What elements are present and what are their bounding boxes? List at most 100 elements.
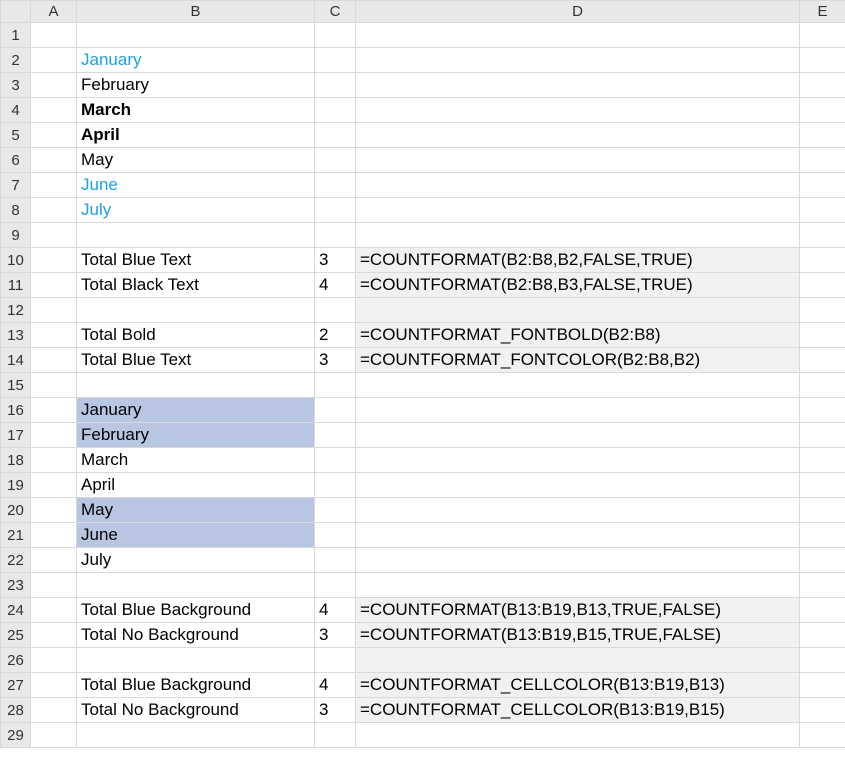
cell-B20[interactable]: May	[77, 498, 315, 523]
row-header-24[interactable]: 24	[1, 598, 31, 623]
cell-E17[interactable]	[800, 423, 845, 448]
row-header-11[interactable]: 11	[1, 273, 31, 298]
cell-E19[interactable]	[800, 473, 845, 498]
cell-E16[interactable]	[800, 398, 845, 423]
cell-C17[interactable]	[315, 423, 356, 448]
cell-A11[interactable]	[31, 273, 77, 298]
cell-E1[interactable]	[800, 23, 845, 48]
cell-E23[interactable]	[800, 573, 845, 598]
cell-C1[interactable]	[315, 23, 356, 48]
row-header-19[interactable]: 19	[1, 473, 31, 498]
cell-A24[interactable]	[31, 598, 77, 623]
cell-C25[interactable]: 3	[315, 623, 356, 648]
cell-D29[interactable]	[356, 723, 800, 748]
cell-B26[interactable]	[77, 648, 315, 673]
cell-C22[interactable]	[315, 548, 356, 573]
cell-B9[interactable]	[77, 223, 315, 248]
cell-D14[interactable]: =COUNTFORMAT_FONTCOLOR(B2:B8,B2)	[356, 348, 800, 373]
cell-A3[interactable]	[31, 73, 77, 98]
cell-B17[interactable]: February	[77, 423, 315, 448]
row-header-10[interactable]: 10	[1, 248, 31, 273]
cell-C23[interactable]	[315, 573, 356, 598]
row-header-18[interactable]: 18	[1, 448, 31, 473]
cell-C8[interactable]	[315, 198, 356, 223]
cell-C28[interactable]: 3	[315, 698, 356, 723]
cell-E6[interactable]	[800, 148, 845, 173]
cell-C15[interactable]	[315, 373, 356, 398]
cell-E14[interactable]	[800, 348, 845, 373]
cell-D2[interactable]	[356, 48, 800, 73]
cell-C20[interactable]	[315, 498, 356, 523]
row-header-8[interactable]: 8	[1, 198, 31, 223]
cell-B28[interactable]: Total No Background	[77, 698, 315, 723]
row-header-20[interactable]: 20	[1, 498, 31, 523]
cell-E20[interactable]	[800, 498, 845, 523]
row-header-5[interactable]: 5	[1, 123, 31, 148]
row-header-1[interactable]: 1	[1, 23, 31, 48]
cell-A1[interactable]	[31, 23, 77, 48]
row-header-28[interactable]: 28	[1, 698, 31, 723]
cell-A17[interactable]	[31, 423, 77, 448]
row-header-15[interactable]: 15	[1, 373, 31, 398]
cell-A13[interactable]	[31, 323, 77, 348]
cell-A20[interactable]	[31, 498, 77, 523]
cell-C21[interactable]	[315, 523, 356, 548]
cell-A23[interactable]	[31, 573, 77, 598]
cell-B3[interactable]: February	[77, 73, 315, 98]
cell-C26[interactable]	[315, 648, 356, 673]
cell-A6[interactable]	[31, 148, 77, 173]
cell-A16[interactable]	[31, 398, 77, 423]
cell-C27[interactable]: 4	[315, 673, 356, 698]
cell-A26[interactable]	[31, 648, 77, 673]
row-header-26[interactable]: 26	[1, 648, 31, 673]
cell-E26[interactable]	[800, 648, 845, 673]
cell-A8[interactable]	[31, 198, 77, 223]
cell-D6[interactable]	[356, 148, 800, 173]
cell-C18[interactable]	[315, 448, 356, 473]
cell-B18[interactable]: March	[77, 448, 315, 473]
cell-B8[interactable]: July	[77, 198, 315, 223]
row-header-25[interactable]: 25	[1, 623, 31, 648]
cell-E22[interactable]	[800, 548, 845, 573]
cell-B23[interactable]	[77, 573, 315, 598]
spreadsheet-grid[interactable]: A B C D E 12January3February4March5April…	[0, 0, 845, 748]
cell-C19[interactable]	[315, 473, 356, 498]
cell-E27[interactable]	[800, 673, 845, 698]
cell-A25[interactable]	[31, 623, 77, 648]
row-header-2[interactable]: 2	[1, 48, 31, 73]
cell-A14[interactable]	[31, 348, 77, 373]
cell-B1[interactable]	[77, 23, 315, 48]
row-header-12[interactable]: 12	[1, 298, 31, 323]
cell-B14[interactable]: Total Blue Text	[77, 348, 315, 373]
cell-D25[interactable]: =COUNTFORMAT(B13:B19,B15,TRUE,FALSE)	[356, 623, 800, 648]
cell-D3[interactable]	[356, 73, 800, 98]
row-header-17[interactable]: 17	[1, 423, 31, 448]
row-header-6[interactable]: 6	[1, 148, 31, 173]
cell-E11[interactable]	[800, 273, 845, 298]
col-header-B[interactable]: B	[77, 1, 315, 23]
cell-C2[interactable]	[315, 48, 356, 73]
cell-E5[interactable]	[800, 123, 845, 148]
cell-C14[interactable]: 3	[315, 348, 356, 373]
cell-A29[interactable]	[31, 723, 77, 748]
cell-A22[interactable]	[31, 548, 77, 573]
cell-D1[interactable]	[356, 23, 800, 48]
row-header-23[interactable]: 23	[1, 573, 31, 598]
cell-E9[interactable]	[800, 223, 845, 248]
cell-C16[interactable]	[315, 398, 356, 423]
row-header-7[interactable]: 7	[1, 173, 31, 198]
cell-E21[interactable]	[800, 523, 845, 548]
cell-E15[interactable]	[800, 373, 845, 398]
cell-D26[interactable]	[356, 648, 800, 673]
cell-E10[interactable]	[800, 248, 845, 273]
cell-A15[interactable]	[31, 373, 77, 398]
cell-C10[interactable]: 3	[315, 248, 356, 273]
cell-B25[interactable]: Total No Background	[77, 623, 315, 648]
cell-E29[interactable]	[800, 723, 845, 748]
cell-E18[interactable]	[800, 448, 845, 473]
cell-B19[interactable]: April	[77, 473, 315, 498]
cell-E28[interactable]	[800, 698, 845, 723]
cell-B22[interactable]: July	[77, 548, 315, 573]
cell-A27[interactable]	[31, 673, 77, 698]
row-header-9[interactable]: 9	[1, 223, 31, 248]
